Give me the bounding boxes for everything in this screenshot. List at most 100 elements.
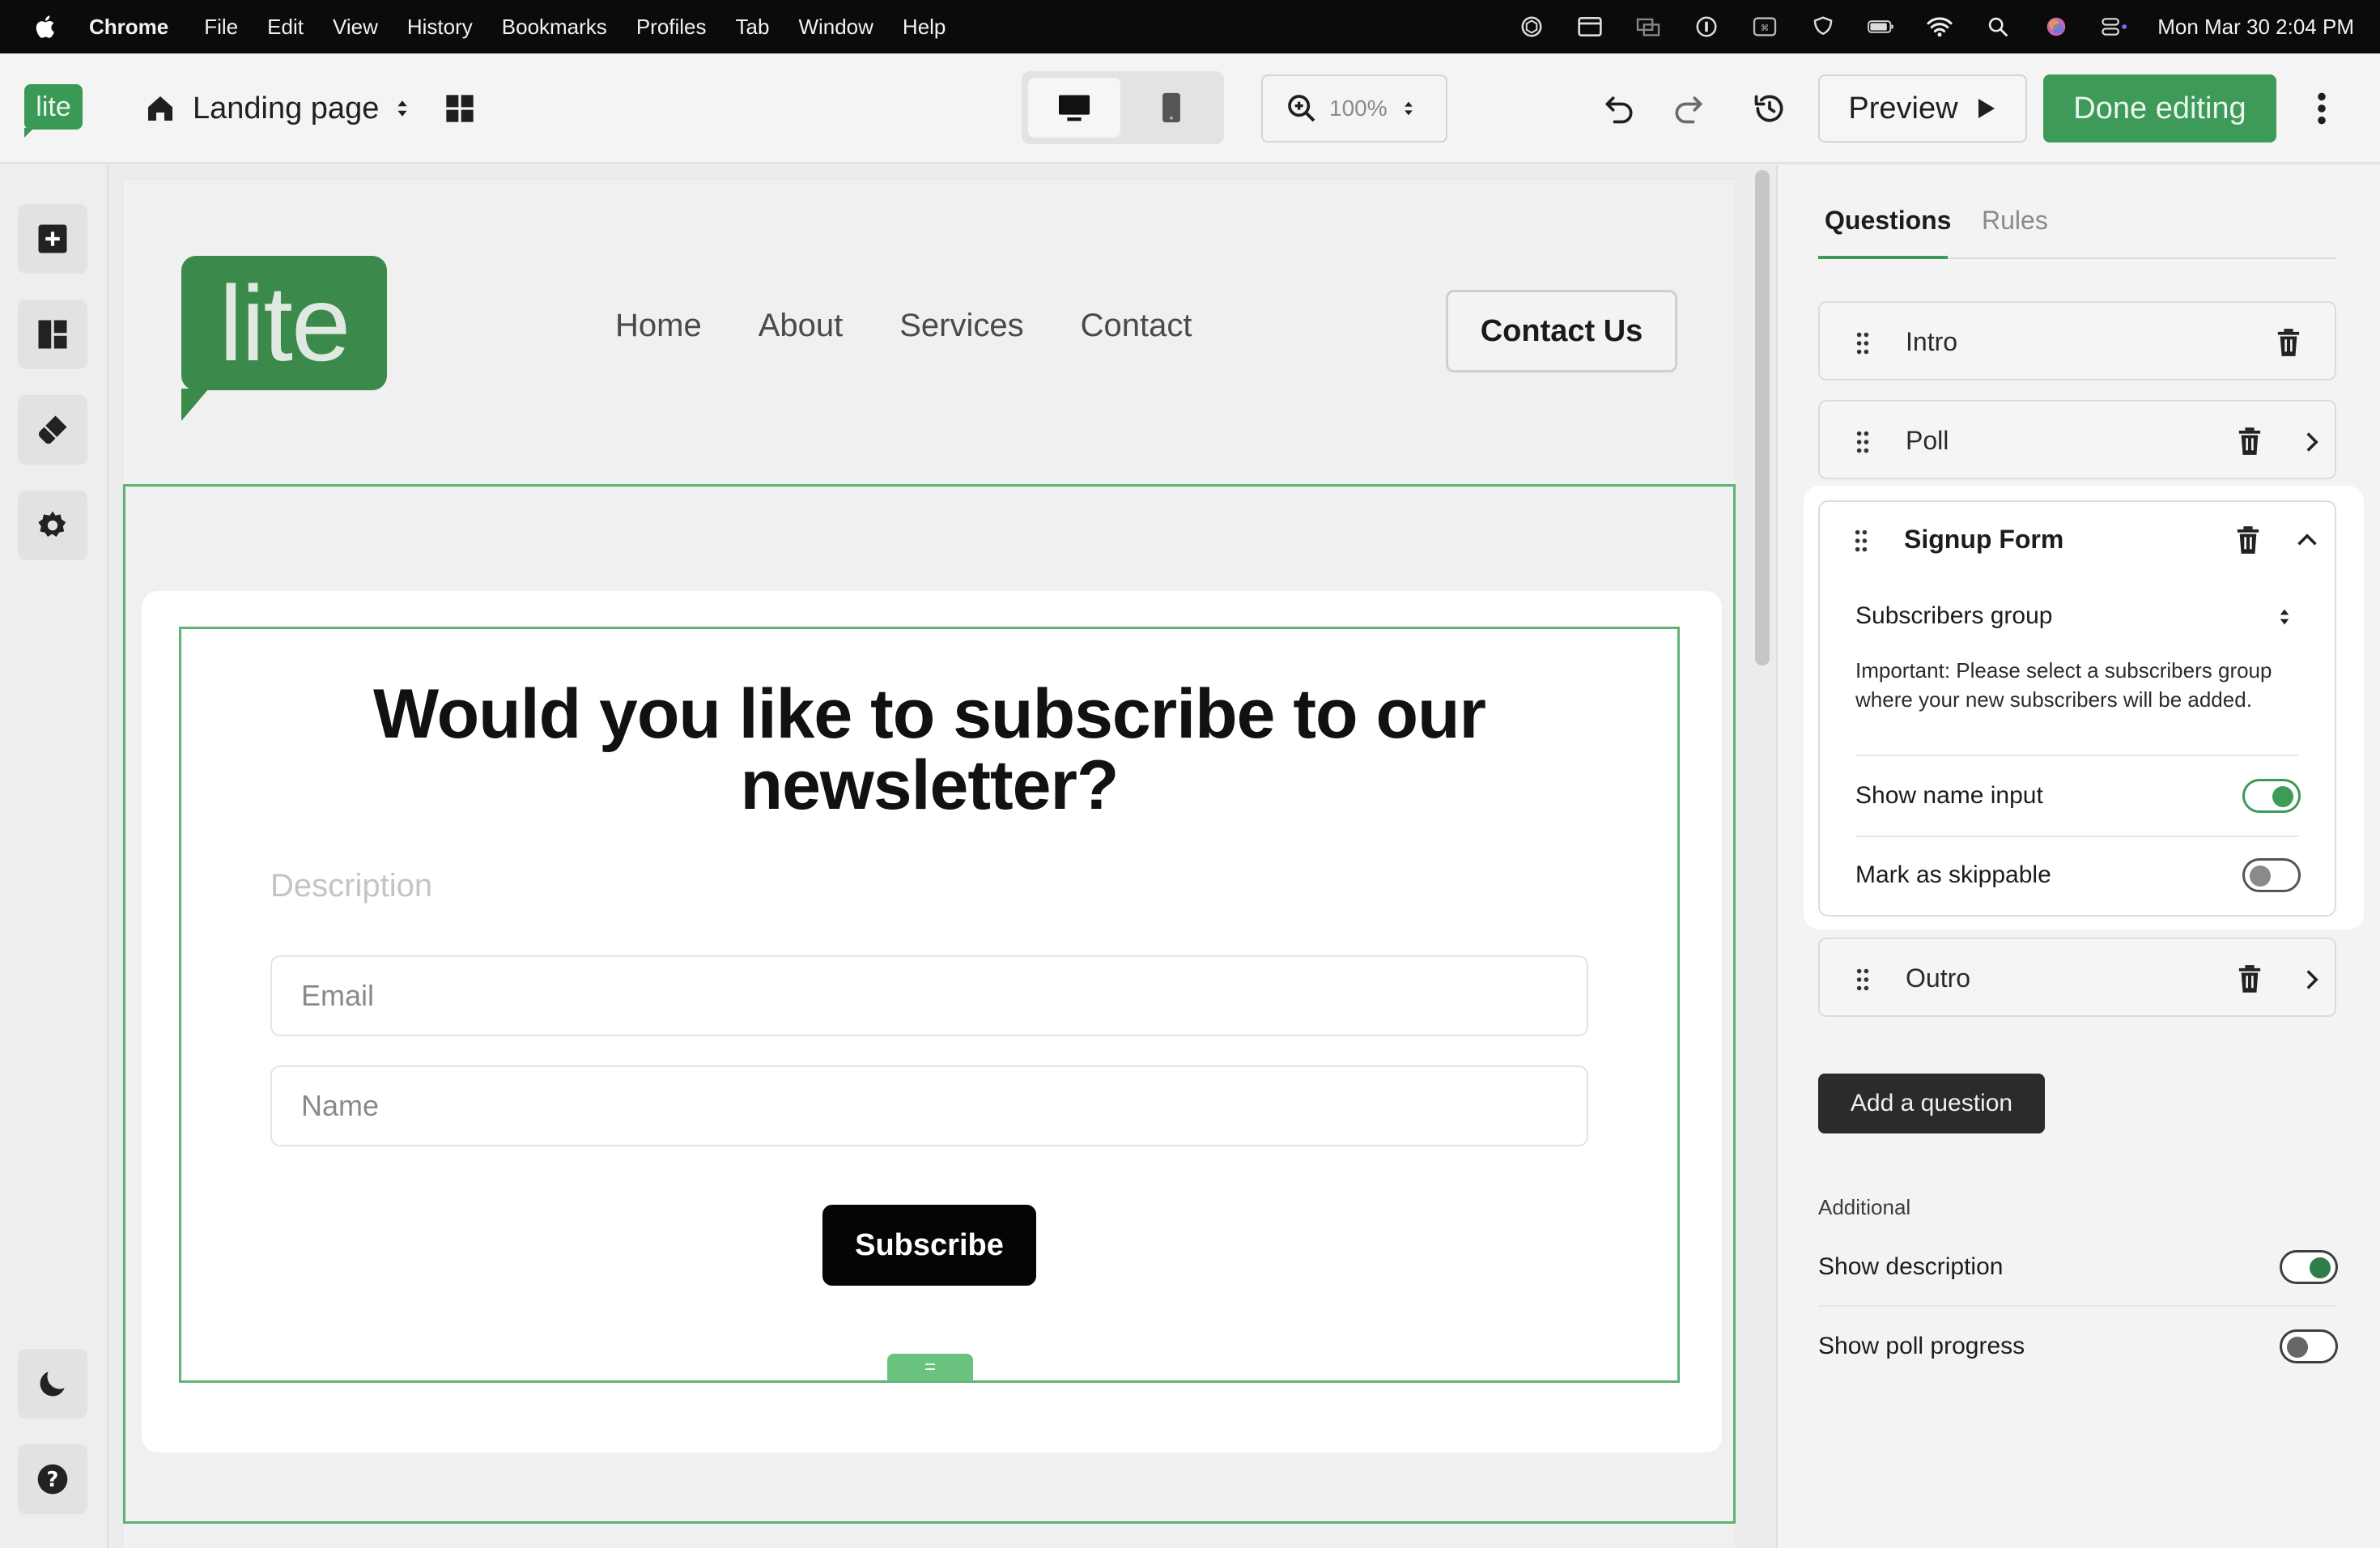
- undo-icon[interactable]: [1601, 91, 1637, 126]
- show-name-input-label: Show name input: [1855, 782, 2043, 809]
- trash-icon[interactable]: [2276, 329, 2301, 356]
- menu-history[interactable]: History: [407, 15, 473, 40]
- question-label-intro: Intro: [1906, 327, 1958, 356]
- zoom-in-icon: [1288, 95, 1315, 122]
- site-nav: Home About Services Contact: [615, 308, 1248, 344]
- openai-icon[interactable]: [1518, 13, 1545, 40]
- menu-clock[interactable]: Mon Mar 30 2:04 PM: [2157, 15, 2354, 40]
- history-icon[interactable]: [1752, 91, 1787, 126]
- description-placeholder[interactable]: Description: [270, 868, 432, 904]
- pages-grid-icon[interactable]: [444, 92, 476, 125]
- divider: [1855, 755, 2299, 756]
- paint-brush-icon: [38, 415, 67, 444]
- screen-share-icon[interactable]: [1634, 13, 1662, 40]
- trash-icon[interactable]: [2238, 965, 2262, 993]
- modal-title[interactable]: Would you like to subscribe to our newsl…: [179, 678, 1680, 821]
- resize-handle[interactable]: =: [887, 1354, 973, 1381]
- battery-icon[interactable]: [1868, 13, 1895, 40]
- name-input[interactable]: Name: [270, 1065, 1588, 1146]
- drag-handle-icon[interactable]: [1854, 529, 1868, 552]
- keyboard-icon[interactable]: ⌘: [1751, 13, 1779, 40]
- done-editing-button[interactable]: Done editing: [2043, 74, 2276, 142]
- question-label-signup: Signup Form: [1904, 525, 2064, 554]
- menu-file[interactable]: File: [204, 15, 238, 40]
- tab-questions[interactable]: Questions: [1825, 206, 1951, 236]
- drag-handle-icon[interactable]: [1855, 332, 1870, 355]
- nav-about[interactable]: About: [759, 308, 844, 344]
- divider: [1818, 1305, 2336, 1307]
- zoom-control[interactable]: 100%: [1261, 74, 1447, 142]
- menu-help[interactable]: Help: [903, 15, 946, 40]
- toggle-knob: [2310, 1257, 2331, 1278]
- menu-window[interactable]: Window: [798, 15, 873, 40]
- subscribers-group-select[interactable]: Subscribers group: [1855, 602, 2052, 630]
- show-poll-progress-toggle[interactable]: [2280, 1329, 2338, 1363]
- dark-mode-button[interactable]: [18, 1349, 87, 1418]
- question-card-outro[interactable]: Outro: [1818, 938, 2336, 1017]
- menu-profiles[interactable]: Profiles: [636, 15, 707, 40]
- email-input[interactable]: Email: [270, 955, 1588, 1036]
- help-icon: ?: [37, 1464, 68, 1495]
- more-options-icon[interactable]: [2312, 91, 2331, 126]
- updown-icon[interactable]: [2278, 606, 2291, 628]
- control-center-icon[interactable]: [2101, 13, 2128, 40]
- toggle-knob: [2272, 786, 2293, 807]
- mobile-view-button[interactable]: [1125, 78, 1218, 138]
- chevron-right-icon[interactable]: [2304, 968, 2320, 991]
- add-question-button[interactable]: Add a question: [1818, 1074, 2045, 1133]
- settings-button[interactable]: [18, 491, 87, 560]
- menu-tab[interactable]: Tab: [736, 15, 770, 40]
- show-name-input-toggle[interactable]: [2242, 779, 2301, 813]
- redo-icon[interactable]: [1671, 91, 1706, 126]
- contact-us-button[interactable]: Contact Us: [1446, 290, 1677, 372]
- tab-rules[interactable]: Rules: [1982, 206, 2048, 236]
- nav-services[interactable]: Services: [899, 308, 1023, 344]
- window-icon[interactable]: [1576, 13, 1604, 40]
- question-card-intro[interactable]: Intro: [1818, 301, 2336, 381]
- divider: [1855, 836, 2299, 837]
- chevron-right-icon[interactable]: [2304, 431, 2320, 453]
- device-toggle: [1022, 71, 1224, 144]
- question-card-poll[interactable]: Poll: [1818, 400, 2336, 479]
- wifi-icon[interactable]: [1926, 13, 1953, 40]
- password-icon[interactable]: [1693, 13, 1720, 40]
- menu-app-name[interactable]: Chrome: [89, 15, 168, 40]
- site-logo-text: lite: [219, 263, 351, 383]
- site-logo[interactable]: lite: [181, 256, 387, 421]
- desktop-view-button[interactable]: [1028, 78, 1120, 138]
- apple-icon[interactable]: [32, 13, 60, 40]
- trash-icon[interactable]: [2238, 427, 2262, 455]
- menu-edit[interactable]: Edit: [267, 15, 304, 40]
- drag-handle-icon[interactable]: [1855, 431, 1870, 453]
- show-description-toggle[interactable]: [2280, 1250, 2338, 1284]
- add-block-button[interactable]: [18, 204, 87, 274]
- desktop-icon: [1059, 95, 1090, 121]
- status-area: ⌘ Mon Mar 30 2:04 PM: [1487, 0, 2354, 53]
- mobile-icon: [1162, 92, 1180, 123]
- app-logo[interactable]: lite: [24, 84, 83, 138]
- shield-icon[interactable]: [1809, 13, 1837, 40]
- page-selector[interactable]: Landing page: [144, 86, 410, 131]
- additional-section-label: Additional: [1818, 1195, 1911, 1219]
- important-note: Important: Please select a subscribers g…: [1855, 658, 2272, 712]
- canvas-scrollbar[interactable]: [1755, 170, 1770, 666]
- chevron-up-icon[interactable]: [2296, 531, 2318, 549]
- menu-bookmarks[interactable]: Bookmarks: [502, 15, 607, 40]
- design-button[interactable]: [18, 395, 87, 465]
- nav-contact[interactable]: Contact: [1081, 308, 1192, 344]
- gear-icon: [38, 511, 66, 537]
- show-poll-progress-label: Show poll progress: [1818, 1333, 2025, 1359]
- menu-view[interactable]: View: [333, 15, 378, 40]
- svg-text:⌘: ⌘: [1761, 23, 1769, 33]
- layout-button[interactable]: [18, 300, 87, 369]
- mark-skippable-toggle[interactable]: [2242, 858, 2301, 892]
- updown-icon: [397, 100, 407, 117]
- help-button[interactable]: ?: [18, 1444, 87, 1514]
- siri-icon[interactable]: [2042, 13, 2070, 40]
- search-icon[interactable]: [1984, 13, 2012, 40]
- subscribe-button[interactable]: Subscribe: [822, 1205, 1036, 1286]
- trash-icon[interactable]: [2236, 526, 2260, 554]
- preview-button[interactable]: Preview: [1818, 74, 2027, 142]
- drag-handle-icon[interactable]: [1855, 968, 1870, 991]
- nav-home[interactable]: Home: [615, 308, 702, 344]
